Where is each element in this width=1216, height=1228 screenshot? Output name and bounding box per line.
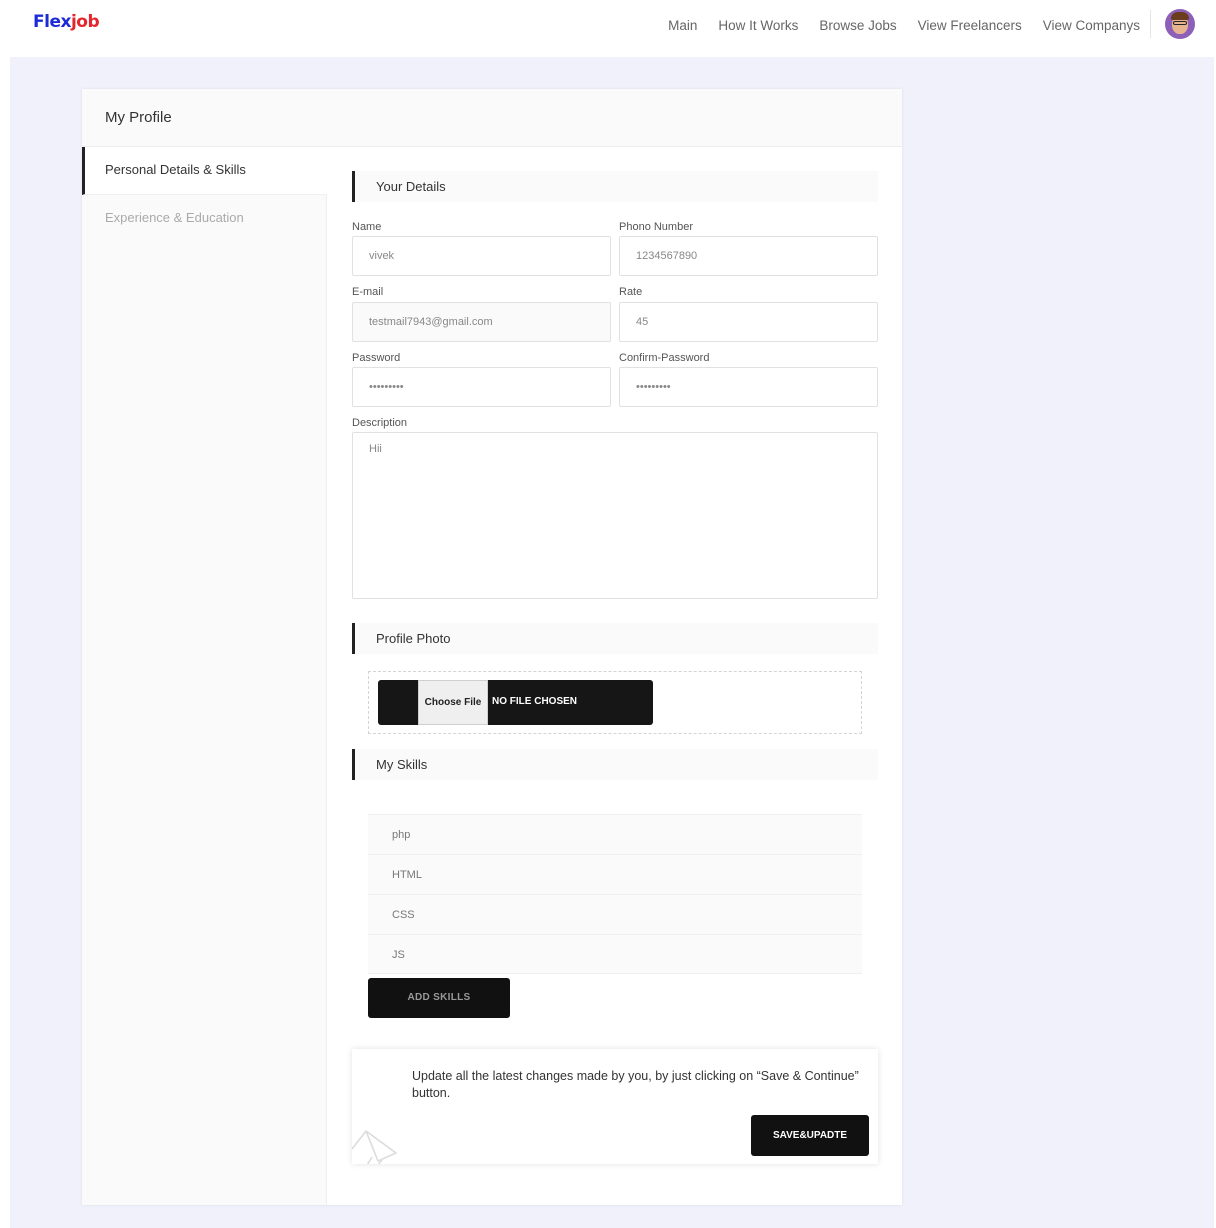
skill-item[interactable]: JS [368, 934, 862, 974]
section-your-details: Your Details [352, 171, 878, 202]
password-field[interactable]: ••••••••• [352, 367, 611, 407]
nav-browse-jobs[interactable]: Browse Jobs [819, 18, 896, 33]
notice-text: Update all the latest changes made by yo… [412, 1069, 859, 1100]
avatar-hair [1171, 12, 1189, 20]
save-notice: Update all the latest changes made by yo… [352, 1049, 878, 1164]
profile-sidebar: Personal Details & Skills Experience & E… [82, 147, 327, 1205]
sidebar-item-personal-details[interactable]: Personal Details & Skills [82, 147, 327, 195]
section-profile-photo: Profile Photo [352, 623, 878, 654]
nav-main[interactable]: Main [668, 18, 697, 33]
name-field[interactable]: vivek [352, 236, 611, 276]
brand-logo-part1: Flex [33, 12, 71, 32]
confirm-password-field[interactable]: ••••••••• [619, 367, 878, 407]
page-title: My Profile [105, 109, 172, 126]
confirm-password-label: Confirm-Password [619, 352, 710, 364]
password-label: Password [352, 352, 401, 364]
phone-label: Phono Number [619, 221, 693, 233]
rate-field[interactable]: 45 [619, 302, 878, 342]
skill-item[interactable]: php [368, 814, 862, 854]
top-navbar: Flexjob Main How It Works Browse Jobs Vi… [0, 0, 1216, 56]
brand-logo[interactable]: Flexjob [33, 12, 100, 32]
skill-item[interactable]: CSS [368, 894, 862, 934]
nav-divider [1150, 10, 1151, 38]
nav-how-it-works[interactable]: How It Works [718, 18, 798, 33]
file-input[interactable]: Choose File NO FILE CHOSEN [378, 680, 653, 725]
add-skills-button[interactable]: ADD SKILLS [368, 978, 510, 1018]
nav-view-companys[interactable]: View Companys [1043, 18, 1140, 33]
rate-label: Rate [619, 286, 643, 298]
card-header: My Profile [82, 89, 902, 147]
photo-dropzone[interactable]: Choose File NO FILE CHOSEN [368, 671, 862, 734]
main-nav: Main How It Works Browse Jobs View Freel… [647, 18, 1140, 33]
avatar-glasses [1173, 21, 1187, 25]
file-status: NO FILE CHOSEN [492, 696, 578, 707]
description-textarea[interactable]: Hii [352, 432, 878, 599]
skill-item[interactable]: HTML [368, 854, 862, 894]
phone-field[interactable]: 1234567890 [619, 236, 878, 276]
email-field[interactable]: testmail7943@gmail.com [352, 302, 611, 342]
section-my-skills: My Skills [352, 749, 878, 780]
choose-file-button[interactable]: Choose File [418, 680, 488, 725]
brand-logo-part2: job [70, 12, 100, 32]
section-title: My Skills [376, 757, 428, 772]
section-title: Profile Photo [376, 631, 451, 646]
megaphone-icon [352, 1130, 397, 1164]
skills-list: php HTML CSS JS [368, 814, 862, 974]
name-label: Name [352, 221, 382, 233]
section-title: Your Details [376, 179, 446, 194]
sidebar-item-experience-education[interactable]: Experience & Education [82, 195, 327, 243]
profile-card: My Profile Personal Details & Skills Exp… [82, 89, 902, 1205]
email-label: E-mail [352, 286, 384, 298]
description-label: Description [352, 417, 408, 429]
nav-view-freelancers[interactable]: View Freelancers [918, 18, 1022, 33]
save-update-button[interactable]: SAVE&UPADTE [751, 1115, 869, 1156]
user-avatar[interactable] [1165, 9, 1195, 39]
